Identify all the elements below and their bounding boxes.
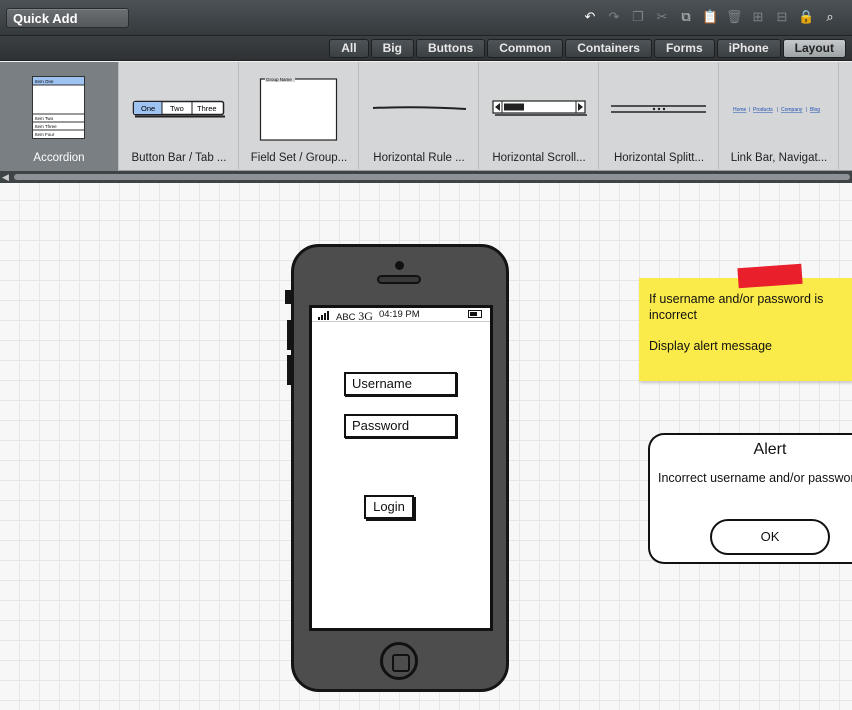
- accordion-thumb-item-two: Item Two: [35, 116, 54, 121]
- category-all[interactable]: All: [329, 39, 369, 58]
- quick-add-input[interactable]: Quick Add: [6, 8, 129, 28]
- category-layout[interactable]: Layout: [782, 39, 846, 58]
- category-buttons[interactable]: Buttons: [415, 39, 486, 58]
- cut-icon[interactable]: ✂: [654, 8, 670, 26]
- category-containers[interactable]: Containers: [565, 39, 652, 58]
- ungroup-icon[interactable]: ⊟: [774, 8, 790, 26]
- component-horizontal-scrollbar[interactable]: Horizontal Scroll...: [480, 62, 599, 171]
- svg-text:|: |: [777, 107, 778, 113]
- volume-down-button: [287, 355, 292, 385]
- home-button[interactable]: [380, 642, 418, 680]
- iphone-mockup[interactable]: ABC 3G 04:19 PM Username Password Login: [291, 244, 509, 692]
- component-button-bar[interactable]: One Two Three Button Bar / Tab ...: [120, 62, 239, 171]
- accordion-thumb-item-three: Item Three: [35, 124, 57, 129]
- lock-icon[interactable]: 🔒: [798, 8, 814, 26]
- redo-icon[interactable]: ↷: [606, 8, 622, 26]
- sticky-note-line-1: If username and/or password is incorrect: [649, 292, 824, 322]
- link-bar-thumb-home: Home: [733, 107, 747, 113]
- copy-icon[interactable]: ❐: [630, 8, 646, 26]
- link-bar-thumb-company: Company: [781, 107, 803, 113]
- phone-screen: ABC 3G 04:19 PM Username Password Login: [309, 305, 493, 631]
- category-common[interactable]: Common: [487, 39, 564, 58]
- accordion-thumb-item-four: Item Four: [35, 132, 55, 137]
- component-label: Horizontal Scroll...: [492, 152, 586, 164]
- signal-bars-icon: [318, 311, 329, 320]
- alert-dialog[interactable]: Alert Incorrect username and/or password…: [648, 433, 852, 564]
- component-label: Button Bar / Tab ...: [131, 152, 227, 164]
- component-library: Item One Item Two Item Three Item Four A…: [0, 62, 852, 171]
- component-horizontal-splitter[interactable]: Horizontal Splitt...: [600, 62, 719, 171]
- link-bar-thumb-blog: Blog: [810, 107, 820, 113]
- alert-ok-button[interactable]: OK: [710, 519, 830, 555]
- link-bar-thumb-products: Products: [753, 107, 773, 113]
- status-time: 04:19 PM: [379, 309, 420, 320]
- component-link-bar[interactable]: Home | Products | Company | Blog Link Ba…: [720, 62, 839, 171]
- status-bar: ABC 3G 04:19 PM: [312, 308, 490, 323]
- horizontal-splitter-thumbnail: [611, 105, 706, 113]
- search-icon[interactable]: ⌕: [822, 8, 838, 26]
- paste-icon[interactable]: 📋: [702, 8, 718, 26]
- camera-icon: [395, 261, 404, 270]
- accordion-thumb-item-one: Item One: [35, 79, 54, 84]
- carrier-label: ABC 3G: [336, 309, 373, 323]
- scroll-thumb[interactable]: [14, 174, 850, 180]
- svg-text:|: |: [749, 107, 750, 113]
- top-toolbar: Quick Add ↶ ↷ ❐ ✂ ⧉ 📋 🗑 ⊞ ⊟ 🔒 ⌕: [0, 0, 852, 36]
- alert-title: Alert: [753, 441, 787, 458]
- toolbar-tools: ↶ ↷ ❐ ✂ ⧉ 📋 🗑 ⊞ ⊟ 🔒 ⌕: [582, 8, 838, 26]
- horizontal-rule-thumbnail: [372, 106, 467, 110]
- button-bar-thumb-two: Two: [170, 104, 184, 113]
- group-icon[interactable]: ⊞: [750, 8, 766, 26]
- component-field-set[interactable]: Group Name Field Set / Group...: [240, 62, 359, 171]
- password-field[interactable]: Password: [344, 414, 457, 438]
- svg-text:|: |: [806, 107, 807, 113]
- component-label: Horizontal Rule ...: [373, 152, 465, 164]
- component-accordion[interactable]: Item One Item Two Item Three Item Four A…: [0, 62, 119, 171]
- field-set-thumbnail: Group Name: [259, 76, 338, 141]
- component-label: Accordion: [33, 152, 85, 164]
- category-iphone[interactable]: iPhone: [716, 39, 781, 58]
- sticky-note-line-2: Display alert message: [649, 339, 772, 353]
- button-bar-thumb-one: One: [141, 104, 155, 113]
- horizontal-scrollbar-thumbnail: [492, 100, 587, 116]
- component-label: Field Set / Group...: [250, 152, 348, 164]
- field-set-thumb-group-name: Group Name: [266, 77, 292, 82]
- duplicate-icon[interactable]: ⧉: [678, 8, 694, 26]
- accordion-thumbnail: Item One Item Two Item Three Item Four: [32, 76, 85, 139]
- component-horizontal-rule[interactable]: Horizontal Rule ...: [360, 62, 479, 171]
- username-field[interactable]: Username: [344, 372, 457, 396]
- alert-message: Incorrect username and/or password: [658, 471, 852, 485]
- mute-switch: [285, 290, 292, 304]
- speaker-grille: [377, 275, 421, 284]
- battery-icon: [468, 310, 482, 318]
- delete-icon[interactable]: 🗑: [726, 8, 743, 26]
- link-bar-thumbnail: Home | Products | Company | Blog: [733, 107, 820, 113]
- undo-icon[interactable]: ↶: [582, 8, 598, 26]
- category-big[interactable]: Big: [370, 39, 414, 58]
- component-label: Horizontal Splitt...: [613, 152, 705, 164]
- login-button[interactable]: Login: [364, 495, 414, 519]
- category-bar: All Big Buttons Common Containers Forms …: [0, 36, 852, 61]
- category-forms[interactable]: Forms: [653, 39, 715, 58]
- scroll-left-arrow-icon[interactable]: ◀: [2, 171, 9, 183]
- button-bar-thumbnail: One Two Three: [132, 100, 225, 118]
- component-strip-scrollbar[interactable]: ◀: [0, 171, 852, 183]
- component-label: Link Bar, Navigat...: [730, 152, 828, 164]
- volume-up-button: [287, 320, 292, 350]
- sticky-note[interactable]: If username and/or password is incorrect…: [639, 278, 852, 381]
- button-bar-thumb-three: Three: [197, 104, 217, 113]
